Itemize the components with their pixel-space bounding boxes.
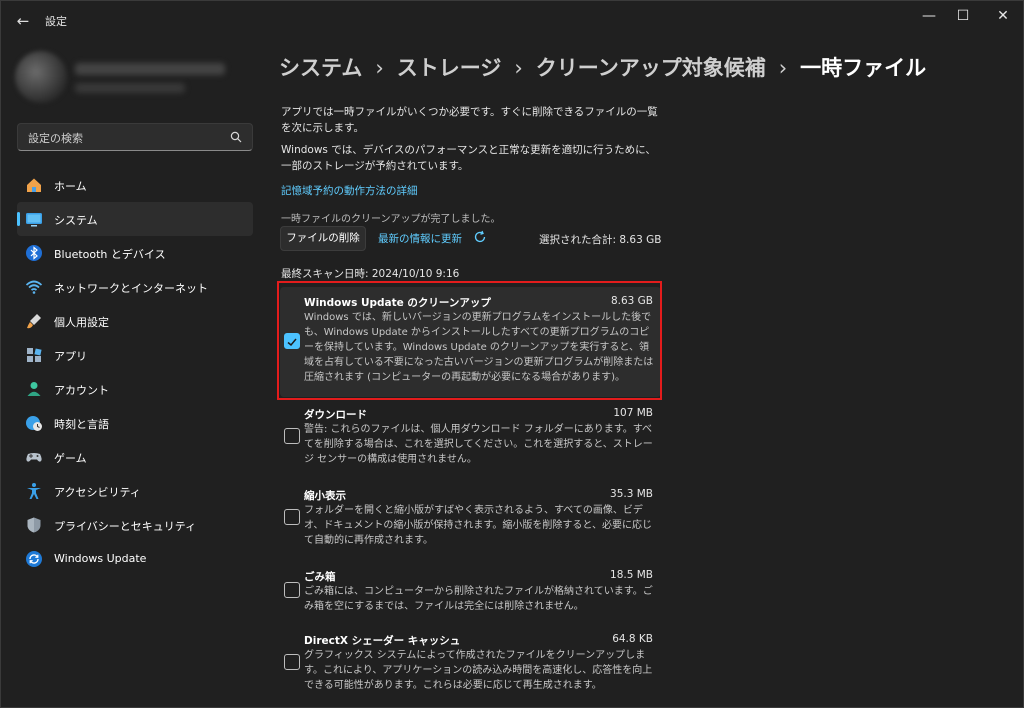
sidebar-item-label: アクセシビリティ [54, 486, 141, 499]
delete-files-button[interactable]: ファイルの削除 [280, 226, 366, 251]
file-item-description: ごみ箱には、コンピューターから削除されたファイルが格納されています。ごみ箱を空に… [304, 586, 653, 612]
annotation-highlight-box [277, 281, 662, 400]
sidebar-item-bluetooth[interactable]: Bluetooth とデバイス [17, 236, 253, 270]
file-item-thumbnails[interactable]: 縮小表示 35.3 MB フォルダーを開くと縮小版がすばやく表示されるよう、すべ… [280, 488, 661, 554]
file-item-title: DirectX シェーダー キャッシュ [304, 635, 461, 647]
checkbox[interactable] [284, 582, 300, 598]
page-title: 一時ファイル [800, 56, 927, 80]
refresh-link[interactable]: 最新の情報に更新 [378, 231, 462, 246]
system-icon [26, 213, 42, 227]
file-item-title: ごみ箱 [304, 571, 336, 583]
sidebar-item-system[interactable]: システム [17, 202, 253, 236]
file-item-recycle-bin[interactable]: ごみ箱 18.5 MB ごみ箱には、コンピューターから削除されたファイルが格納さ… [280, 569, 661, 619]
last-scan-time: 最終スキャン日時: 2024/10/10 9:16 [281, 268, 460, 280]
active-indicator [17, 212, 20, 226]
storage-reserve-link[interactable]: 記憶域予約の動作方法の詳細 [281, 183, 418, 198]
sidebar-item-label: ホーム [54, 180, 87, 193]
shield-icon [27, 517, 41, 533]
breadcrumb-system[interactable]: システム [279, 56, 362, 80]
profile-name-blurred [75, 63, 225, 75]
sidebar-item-label: プライバシーとセキュリティ [54, 520, 197, 533]
breadcrumb-cleanup-recommendations[interactable]: クリーンアップ対象候補 [536, 56, 766, 80]
back-arrow-icon[interactable]: ← [13, 11, 33, 31]
sidebar-item-label: システム [54, 214, 98, 227]
home-icon [27, 178, 41, 192]
breadcrumb-separator: › [514, 56, 523, 80]
sidebar-item-network[interactable]: ネットワークとインターネット [17, 270, 253, 304]
close-button[interactable]: ✕ [983, 5, 1023, 27]
wifi-icon [25, 280, 43, 294]
breadcrumb-separator: › [778, 56, 788, 80]
checkbox[interactable] [284, 654, 300, 670]
accessibility-icon [27, 483, 41, 499]
file-item-size: 64.8 KB [612, 633, 653, 645]
breadcrumb: システム › ストレージ › クリーンアップ対象候補 › 一時ファイル [279, 52, 926, 82]
breadcrumb-storage[interactable]: ストレージ [397, 56, 502, 80]
checkbox[interactable] [284, 428, 300, 444]
file-item-size: 18.5 MB [610, 569, 653, 581]
account-icon [27, 382, 41, 396]
sidebar-item-label: ゲーム [54, 452, 87, 465]
title-bar: ← 設定 — ☐ ✕ [1, 1, 1023, 41]
checkbox[interactable] [284, 509, 300, 525]
search-input[interactable]: 設定の検索 [28, 130, 83, 146]
file-item-downloads[interactable]: ダウンロード 107 MB 警告: これらのファイルは、個人用ダウンロード フォ… [280, 407, 661, 473]
cleanup-status-text: 一時ファイルのクリーンアップが完了しました。 [281, 214, 501, 225]
file-item-description: 警告: これらのファイルは、個人用ダウンロード フォルダーにあります。すべてを削… [304, 424, 653, 465]
sidebar-item-accounts[interactable]: アカウント [17, 372, 253, 406]
sidebar-item-time-language[interactable]: 時刻と言語 [17, 406, 253, 440]
sidebar-item-personalization[interactable]: 個人用設定 [17, 304, 253, 338]
apps-icon [27, 348, 42, 362]
sidebar-item-label: アプリ [54, 350, 87, 363]
sidebar-item-label: ネットワークとインターネット [54, 282, 208, 295]
sidebar-item-home[interactable]: ホーム [17, 168, 253, 202]
selected-total: 選択された合計: 8.63 GB [539, 234, 662, 246]
sidebar-item-label: 個人用設定 [54, 316, 109, 329]
settings-window: ← 設定 — ☐ ✕ 設定の検索 ホーム システム Bluetooth とデバイ… [0, 0, 1024, 708]
sidebar-nav: ホーム システム Bluetooth とデバイス ネットワークとインターネット … [17, 168, 253, 576]
sidebar-item-apps[interactable]: アプリ [17, 338, 253, 372]
app-title: 設定 [45, 15, 67, 28]
avatar[interactable] [15, 51, 67, 103]
breadcrumb-separator: › [375, 56, 384, 80]
file-item-title: 縮小表示 [304, 490, 346, 502]
update-icon [26, 551, 42, 567]
brush-icon [27, 314, 41, 329]
file-item-description: グラフィックス システムによって作成されたファイルをクリーンアップします。これに… [304, 650, 653, 691]
profile-email-blurred [75, 83, 185, 93]
sidebar-item-label: Windows Update [54, 552, 147, 565]
sidebar-item-accessibility[interactable]: アクセシビリティ [17, 474, 253, 508]
file-item-size: 35.3 MB [610, 488, 653, 500]
search-box[interactable]: 設定の検索 [17, 123, 253, 151]
sidebar-item-label: Bluetooth とデバイス [54, 248, 166, 261]
reserved-storage-text: Windows では、デバイスのパフォーマンスと正常な更新を適切に行うために、一… [281, 144, 656, 172]
file-item-description: フォルダーを開くと縮小版がすばやく表示されるよう、すべての画像、ビデオ、ドキュメ… [304, 505, 652, 546]
intro-text: アプリでは一時ファイルがいくつか必要です。すぐに削除できるファイルの一覧を次に示… [281, 106, 658, 134]
bluetooth-icon [26, 245, 42, 261]
sidebar-item-privacy-security[interactable]: プライバシーとセキュリティ [17, 508, 253, 542]
file-item-size: 107 MB [613, 407, 653, 419]
sidebar-item-windows-update[interactable]: Windows Update [17, 542, 253, 576]
sidebar-item-label: アカウント [54, 384, 109, 397]
sidebar-item-label: 時刻と言語 [54, 418, 109, 431]
file-item-directx-shader-cache[interactable]: DirectX シェーダー キャッシュ 64.8 KB グラフィックス システム… [280, 633, 661, 699]
search-icon[interactable] [230, 131, 242, 143]
file-item-title: ダウンロード [304, 409, 367, 421]
maximize-button[interactable]: ☐ [943, 5, 983, 27]
gamepad-icon [26, 453, 42, 462]
sidebar-item-gaming[interactable]: ゲーム [17, 440, 253, 474]
globe-clock-icon [26, 416, 42, 431]
refresh-icon[interactable] [473, 230, 487, 244]
